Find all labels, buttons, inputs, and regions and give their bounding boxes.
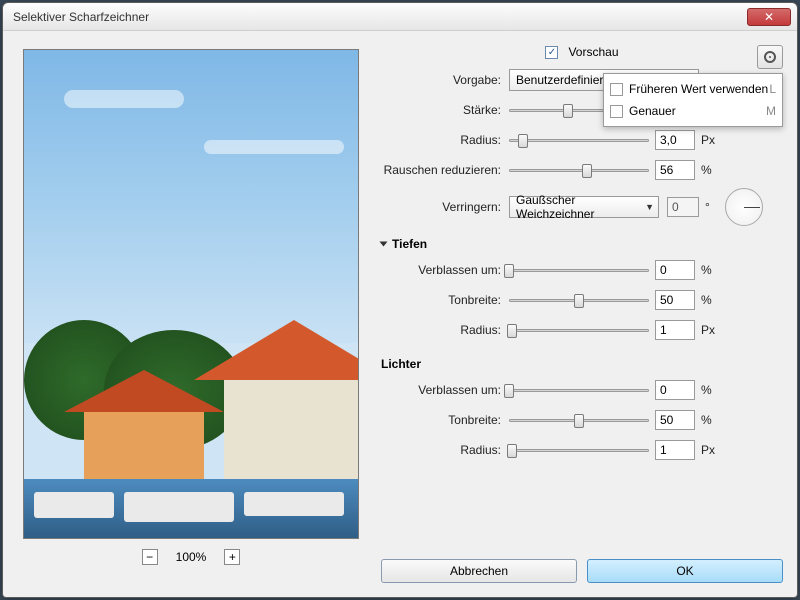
dialog-content: − 100% + ✓ Vorschau Früheren Wert verwen… bbox=[3, 31, 797, 597]
button-bar: Abbrechen OK bbox=[381, 559, 783, 583]
radius-label: Radius: bbox=[381, 133, 509, 147]
titlebar[interactable]: Selektiver Scharfzeichner ✕ bbox=[3, 3, 797, 31]
ok-button[interactable]: OK bbox=[587, 559, 783, 583]
preset-label: Vorgabe: bbox=[381, 73, 509, 87]
angle-dial[interactable] bbox=[725, 188, 763, 226]
remove-label: Verringern: bbox=[381, 200, 509, 214]
highlights-radius-slider[interactable] bbox=[509, 442, 649, 458]
zoom-in-button[interactable]: + bbox=[224, 549, 240, 565]
shadows-radius-slider[interactable] bbox=[509, 322, 649, 338]
zoom-controls: − 100% + bbox=[23, 549, 359, 565]
settings-button[interactable] bbox=[757, 45, 783, 69]
remove-value: Gaußscher Weichzeichner bbox=[516, 193, 645, 221]
angle-unit: ° bbox=[699, 200, 719, 214]
preview-checkbox-label: Vorschau bbox=[568, 45, 618, 59]
shadows-radius-label: Radius: bbox=[381, 323, 509, 337]
controls-panel: ✓ Vorschau Früheren Wert verwenden L Gen… bbox=[381, 45, 783, 583]
highlights-tonal-input[interactable] bbox=[655, 410, 695, 430]
highlights-fade-label: Verblassen um: bbox=[381, 383, 509, 397]
noise-label: Rauschen reduzieren: bbox=[381, 163, 509, 177]
preview-pane: − 100% + bbox=[23, 49, 359, 565]
shadows-header[interactable]: Tiefen bbox=[381, 237, 783, 251]
shadows-tonal-slider[interactable] bbox=[509, 292, 649, 308]
shadows-fade-label: Verblassen um: bbox=[381, 263, 509, 277]
cancel-button[interactable]: Abbrechen bbox=[381, 559, 577, 583]
highlights-radius-input[interactable] bbox=[655, 440, 695, 460]
shadows-tonal-input[interactable] bbox=[655, 290, 695, 310]
popup-checkbox-2[interactable] bbox=[610, 105, 623, 118]
shadows-fade-slider[interactable] bbox=[509, 262, 649, 278]
shadows-radius-input[interactable] bbox=[655, 320, 695, 340]
zoom-out-button[interactable]: − bbox=[142, 549, 158, 565]
window-title: Selektiver Scharfzeichner bbox=[13, 10, 149, 24]
highlights-tonal-slider[interactable] bbox=[509, 412, 649, 428]
disclosure-triangle-icon bbox=[380, 242, 388, 247]
angle-input bbox=[667, 197, 699, 217]
preview-image[interactable] bbox=[23, 49, 359, 539]
highlights-header[interactable]: Lichter bbox=[381, 357, 783, 371]
noise-unit: % bbox=[695, 163, 715, 177]
gear-icon bbox=[764, 51, 776, 63]
zoom-level: 100% bbox=[176, 550, 207, 564]
noise-input[interactable] bbox=[655, 160, 695, 180]
radius-slider[interactable] bbox=[509, 132, 649, 148]
shadows-tonal-label: Tonbreite: bbox=[381, 293, 509, 307]
preview-checkbox[interactable]: ✓ bbox=[545, 46, 558, 59]
preset-value: Benutzerdefiniert bbox=[516, 73, 607, 87]
highlights-fade-input[interactable] bbox=[655, 380, 695, 400]
dialog-window: Selektiver Scharfzeichner ✕ bbox=[2, 2, 798, 598]
highlights-tonal-label: Tonbreite: bbox=[381, 413, 509, 427]
shadows-fade-input[interactable] bbox=[655, 260, 695, 280]
noise-slider[interactable] bbox=[509, 162, 649, 178]
radius-input[interactable] bbox=[655, 130, 695, 150]
popup-option-previous[interactable]: Früheren Wert verwenden L bbox=[610, 78, 776, 100]
highlights-fade-slider[interactable] bbox=[509, 382, 649, 398]
highlights-radius-label: Radius: bbox=[381, 443, 509, 457]
close-button[interactable]: ✕ bbox=[747, 8, 791, 26]
settings-popup: Früheren Wert verwenden L Genauer M bbox=[603, 73, 783, 127]
radius-unit: Px bbox=[695, 133, 715, 147]
amount-label: Stärke: bbox=[381, 103, 509, 117]
popup-checkbox-1[interactable] bbox=[610, 83, 623, 96]
popup-option-accurate[interactable]: Genauer M bbox=[610, 100, 776, 122]
chevron-down-icon: ▼ bbox=[645, 202, 654, 212]
remove-dropdown[interactable]: Gaußscher Weichzeichner ▼ bbox=[509, 196, 659, 218]
close-icon: ✕ bbox=[764, 10, 774, 24]
